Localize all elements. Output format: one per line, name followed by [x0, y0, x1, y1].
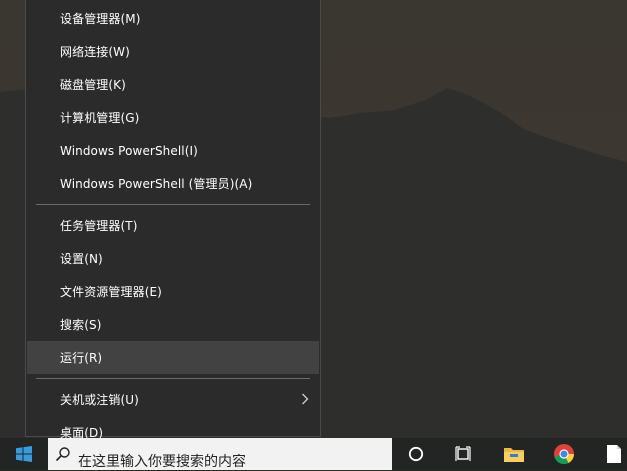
menu-item-label: 关机或注销(U) [60, 393, 139, 407]
menu-item-settings[interactable]: 设置(N) [27, 242, 319, 275]
menu-item-shutdown-signout[interactable]: 关机或注销(U) [27, 383, 319, 416]
winx-context-menu: 设备管理器(M) 网络连接(W) 磁盘管理(K) 计算机管理(G) Window… [25, 0, 321, 440]
cortana-button[interactable] [394, 438, 438, 470]
menu-item-disk-management[interactable]: 磁盘管理(K) [27, 68, 319, 101]
menu-item-label: 文件资源管理器(E) [60, 285, 162, 299]
menu-item-label: 网络连接(W) [60, 45, 130, 59]
menu-item-device-manager[interactable]: 设备管理器(M) [27, 2, 319, 35]
menu-item-label: 搜索(S) [60, 318, 102, 332]
cortana-icon [408, 446, 424, 462]
taskbar-search-box[interactable]: 在这里输入你要搜索的内容 [48, 438, 392, 470]
chrome-button[interactable] [542, 438, 586, 470]
menu-item-network-connections[interactable]: 网络连接(W) [27, 35, 319, 68]
menu-item-label: 任务管理器(T) [60, 219, 138, 233]
menu-item-task-manager[interactable]: 任务管理器(T) [27, 209, 319, 242]
menu-separator [36, 204, 310, 205]
search-icon [48, 446, 78, 462]
document-icon [607, 445, 621, 463]
task-view-icon [455, 446, 471, 461]
menu-item-file-explorer[interactable]: 文件资源管理器(E) [27, 275, 319, 308]
task-view-button[interactable] [442, 438, 486, 470]
menu-item-computer-management[interactable]: 计算机管理(G) [27, 101, 319, 134]
menu-item-search[interactable]: 搜索(S) [27, 308, 319, 341]
menu-item-label: Windows PowerShell (管理员)(A) [60, 177, 253, 191]
taskbar: 在这里输入你要搜索的内容 [0, 438, 627, 470]
start-button[interactable] [0, 438, 48, 470]
chrome-icon [554, 444, 575, 465]
menu-item-powershell-admin[interactable]: Windows PowerShell (管理员)(A) [27, 167, 319, 200]
menu-item-label: 计算机管理(G) [60, 111, 140, 125]
chevron-right-icon [302, 393, 309, 405]
windows-start-icon [16, 446, 32, 462]
menu-item-label: Windows PowerShell(I) [60, 143, 198, 158]
document-button[interactable] [592, 438, 627, 470]
menu-item-label: 设备管理器(M) [60, 12, 141, 26]
menu-item-label: 运行(R) [60, 351, 103, 365]
menu-item-run[interactable]: 运行(R) [27, 341, 319, 374]
menu-item-label: 磁盘管理(K) [60, 78, 126, 92]
file-explorer-icon [504, 448, 524, 462]
search-placeholder: 在这里输入你要搜索的内容 [78, 454, 246, 470]
menu-item-label: 设置(N) [60, 252, 103, 266]
menu-item-powershell[interactable]: Windows PowerShell(I) [27, 134, 319, 167]
file-explorer-button[interactable] [492, 438, 536, 470]
menu-separator [36, 378, 310, 379]
